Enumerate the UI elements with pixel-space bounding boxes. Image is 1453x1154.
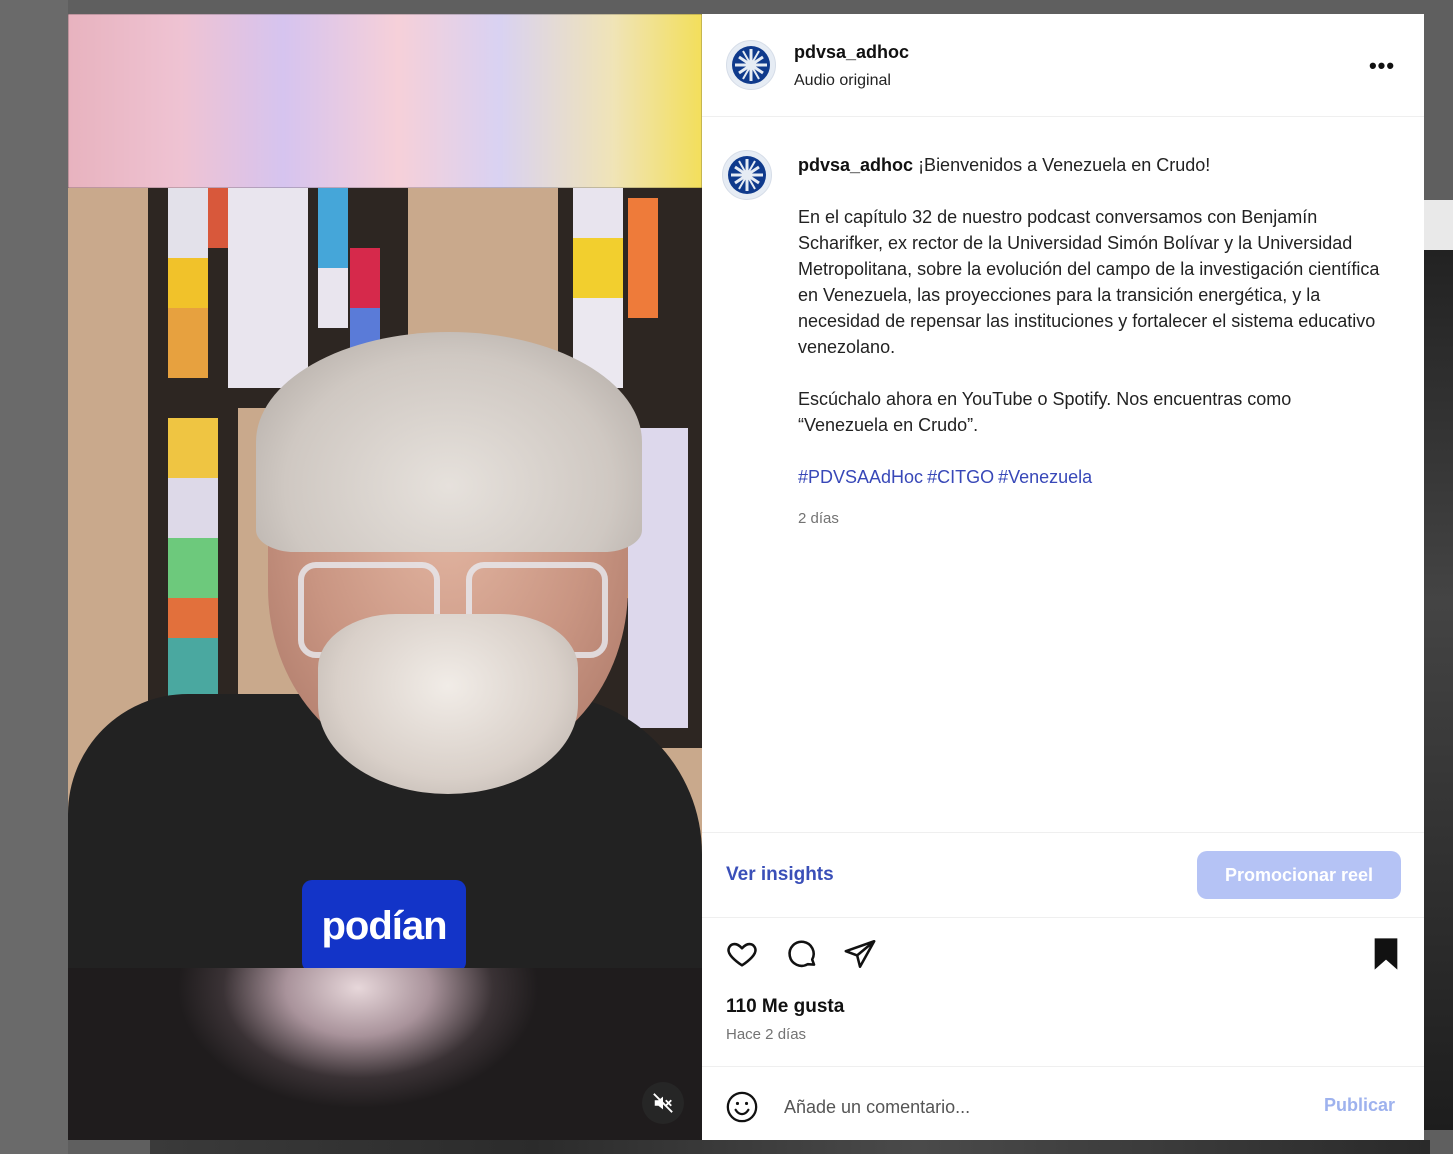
caption-first-line: pdvsa_adhoc ¡Bienvenidos a Venezuela en … (798, 152, 1408, 178)
author-avatar[interactable] (726, 40, 776, 90)
post-header: pdvsa_adhoc Audio original ••• (702, 14, 1424, 117)
comment-bubble-icon (788, 940, 816, 968)
hashtag-link[interactable]: #PDVSAAdHoc (798, 467, 923, 487)
share-button[interactable] (840, 934, 880, 974)
pdvsa-logo-icon (732, 46, 770, 84)
person-hair (256, 332, 642, 552)
post-caption: pdvsa_adhoc ¡Bienvenidos a Venezuela en … (798, 152, 1408, 532)
comment-input[interactable] (782, 1089, 1306, 1125)
paper-plane-icon (844, 939, 876, 969)
backdrop-right (1424, 250, 1453, 1130)
smiley-icon (726, 1091, 758, 1123)
audio-label[interactable]: Audio original (794, 72, 891, 90)
caption-intro: ¡Bienvenidos a Venezuela en Crudo! (918, 155, 1211, 175)
backdrop-right-top (1424, 200, 1453, 250)
caption-paragraph-2: Escúchalo ahora en YouTube o Spotify. No… (798, 389, 1292, 435)
caption-hashtags: #PDVSAAdHoc #CITGO #Venezuela (798, 464, 1408, 490)
heart-icon (727, 942, 757, 967)
person-beard (318, 614, 578, 794)
reel-video[interactable]: podían (68, 14, 702, 1140)
hashtag-link[interactable]: #Venezuela (998, 467, 1092, 487)
author-username[interactable]: pdvsa_adhoc (794, 42, 909, 63)
speaker-muted-icon (653, 1093, 673, 1113)
emoji-button[interactable] (724, 1089, 760, 1125)
comment-button[interactable] (782, 934, 822, 974)
hashtag-link[interactable]: #CITGO (927, 467, 994, 487)
publish-button[interactable]: Publicar (1324, 1095, 1395, 1116)
more-options-button[interactable]: ••• (1362, 52, 1402, 80)
post-actions (702, 926, 1424, 986)
backdrop-strip (150, 1140, 1430, 1154)
pdvsa-logo-icon (728, 156, 766, 194)
post-date: Hace 2 días (726, 1026, 807, 1043)
video-blurred-bottom (68, 968, 702, 1140)
promote-reel-button[interactable]: Promocionar reel (1197, 851, 1401, 899)
post-details-panel: pdvsa_adhoc Audio original ••• pdvsa_adh… (702, 14, 1424, 1140)
bookmark-filled-icon (1374, 938, 1398, 970)
insights-bar: Ver insights Promocionar reel (702, 832, 1424, 918)
backdrop-left (0, 0, 68, 1154)
caption-time-ago[interactable]: 2 días (798, 506, 1408, 532)
mute-button[interactable] (642, 1082, 684, 1124)
podian-logo-overlay: podían (302, 880, 466, 972)
caption-paragraph-1: En el capítulo 32 de nuestro podcast con… (798, 207, 1380, 357)
caption-username[interactable]: pdvsa_adhoc (798, 155, 913, 175)
comment-bar: Publicar (702, 1066, 1424, 1141)
save-button[interactable] (1366, 934, 1406, 974)
video-blurred-top (68, 14, 702, 188)
caption-avatar[interactable] (722, 150, 772, 200)
view-insights-link[interactable]: Ver insights (726, 864, 834, 886)
likes-count[interactable]: 110 Me gusta (726, 996, 844, 1018)
like-button[interactable] (722, 934, 762, 974)
